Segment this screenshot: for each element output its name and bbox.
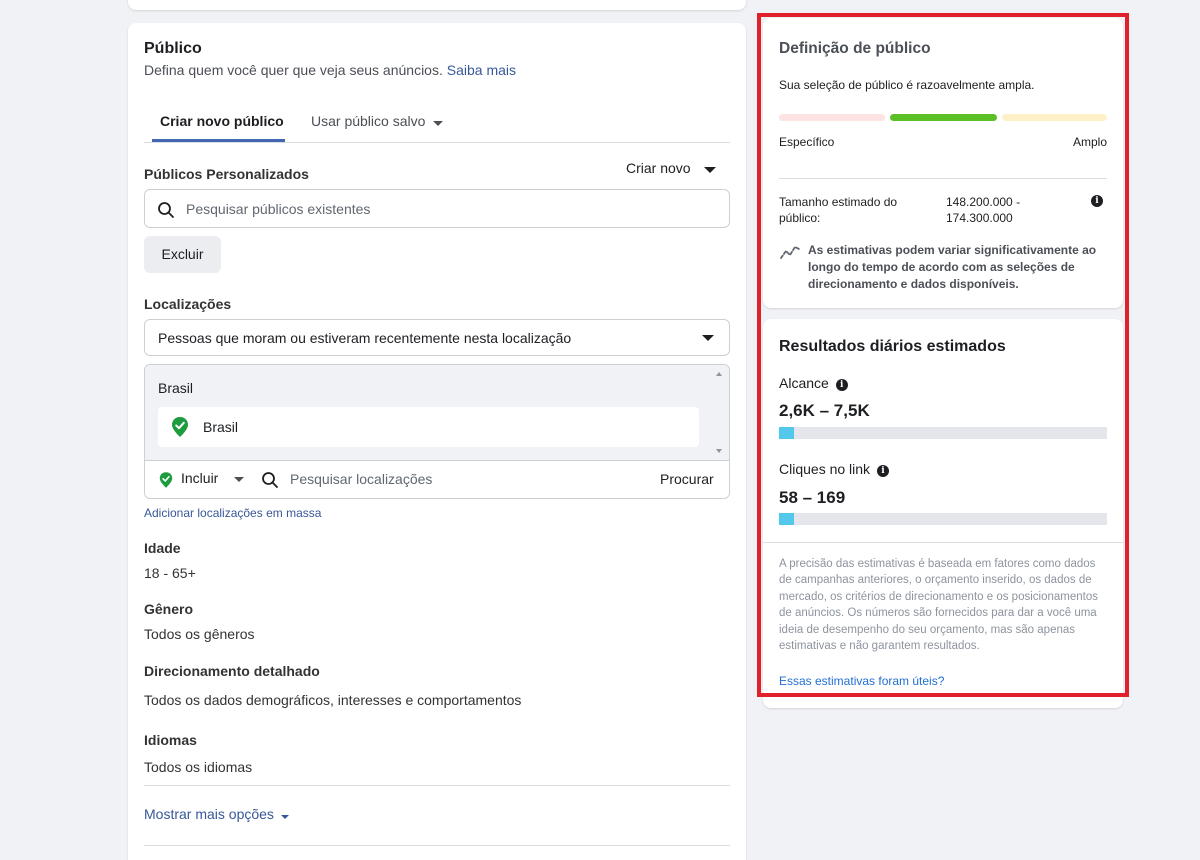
link-clicks-value: 58 – 169 [779, 488, 846, 507]
reach-bar [779, 427, 1107, 439]
divider [144, 845, 730, 846]
selected-locations-box: Brasil Brasil Incluir Pesquisar localiza… [144, 364, 730, 499]
location-type-dropdown[interactable]: Pessoas que moram ou estiveram recenteme… [144, 319, 730, 356]
scroll-down-icon[interactable] [716, 449, 722, 453]
tab-use-saved-audience-label: Usar público salvo [311, 113, 426, 129]
learn-more-link[interactable]: Saiba mais [447, 62, 516, 78]
exclude-button[interactable]: Excluir [144, 236, 221, 273]
search-icon [158, 202, 174, 218]
detailed-targeting-label: Direcionamento detalhado [144, 663, 320, 679]
tab-use-saved-audience[interactable]: Usar público salvo [311, 113, 444, 129]
location-chip-label: Brasil [203, 419, 239, 435]
trend-line-icon [780, 246, 800, 259]
daily-results-panel: Resultados diários estimados Alcance i 2… [763, 319, 1123, 708]
breadth-segment-active [890, 114, 997, 121]
audience-subtitle: Defina quem você quer que veja seus anún… [144, 62, 516, 78]
scroll-up-icon[interactable] [716, 372, 722, 376]
link-clicks-bar-fill [779, 513, 794, 525]
location-pin-check-icon [159, 472, 173, 488]
languages-label: Idiomas [144, 732, 197, 748]
include-label: Incluir [181, 470, 219, 486]
chevron-down-icon [234, 477, 244, 482]
selected-locations-list: Brasil Brasil [145, 365, 729, 461]
create-new-label: Criar novo [626, 160, 691, 176]
estimates-feedback-link[interactable]: Essas estimativas foram úteis? [779, 674, 944, 688]
reach-label: Alcance [779, 375, 829, 391]
gender-value[interactable]: Todos os gêneros [144, 626, 255, 642]
active-tab-indicator [152, 139, 285, 142]
show-more-options-link[interactable]: Mostrar mais opções [144, 806, 289, 822]
divider [144, 785, 730, 786]
reach-bar-fill [779, 427, 794, 439]
previous-section-card [128, 0, 746, 10]
tab-create-new-audience[interactable]: Criar novo público [160, 113, 284, 129]
daily-results-title: Resultados diários estimados [779, 338, 1006, 355]
custom-audiences-label: Públicos Personalizados [144, 166, 309, 182]
breadth-segment-broad [1002, 114, 1107, 121]
custom-audience-search-input[interactable]: Pesquisar públicos existentes [144, 189, 730, 228]
estimated-size-label: Tamanho estimado do público: [779, 195, 898, 225]
show-more-options-label: Mostrar mais opções [144, 806, 274, 822]
location-search-input[interactable]: Pesquisar localizações [290, 471, 432, 487]
audience-definition-panel: Definição de público Sua seleção de públ… [763, 18, 1123, 308]
audience-card: Público Defina quem você quer que veja s… [128, 23, 746, 860]
breadth-segment-specific [779, 114, 885, 121]
link-clicks-bar [779, 513, 1107, 525]
estimate-variance-note: As estimativas podem variar significativ… [808, 243, 1097, 291]
location-chip[interactable]: Brasil [158, 407, 699, 447]
languages-value[interactable]: Todos os idiomas [144, 759, 252, 775]
link-clicks-label-row: Cliques no link i [779, 461, 889, 477]
reach-label-row: Alcance i [779, 375, 848, 391]
audience-title: Público [144, 40, 202, 57]
browse-button[interactable]: Procurar [660, 471, 714, 487]
chevron-down-icon [704, 167, 717, 173]
divider [779, 178, 1107, 179]
location-pin-check-icon [172, 417, 188, 437]
bulk-locations-link[interactable]: Adicionar localizações em massa [144, 506, 321, 520]
chevron-down-icon [702, 335, 714, 341]
estimate-accuracy-disclaimer: A precisão das estimativas é baseada em … [779, 558, 1098, 653]
age-value[interactable]: 18 - 65+ [144, 565, 196, 581]
breadth-right-label: Amplo [1072, 135, 1107, 149]
breadth-left-label: Específico [779, 135, 835, 149]
age-label: Idade [144, 540, 181, 556]
locations-label: Localizações [144, 296, 232, 312]
location-type-value: Pessoas que moram ou estiveram recenteme… [158, 330, 572, 346]
divider [763, 542, 1123, 543]
audience-breadth-description: Sua seleção de público é razoavelmente a… [779, 78, 1035, 92]
chevron-down-icon [280, 815, 289, 819]
info-icon[interactable]: i [835, 379, 848, 391]
chevron-down-icon [433, 121, 444, 126]
audience-subtitle-text: Defina quem você quer que veja seus anún… [144, 62, 443, 78]
custom-audience-search-placeholder: Pesquisar públicos existentes [186, 201, 371, 217]
reach-value: 2,6K – 7,5K [779, 401, 870, 420]
detailed-targeting-value[interactable]: Todos os dados demográficos, interesses … [144, 692, 521, 708]
estimated-size-value: 148.200.000 - 174.300.000 [946, 195, 1021, 225]
create-new-dropdown[interactable]: Criar novo [626, 160, 717, 176]
info-icon[interactable]: i [1091, 195, 1103, 207]
audience-tabs: Criar novo público Usar público salvo [144, 101, 730, 143]
search-icon [262, 472, 278, 488]
link-clicks-label: Cliques no link [779, 461, 871, 477]
info-icon[interactable]: i [876, 465, 889, 477]
location-group-title: Brasil [158, 380, 194, 396]
gender-label: Gênero [144, 601, 194, 617]
audience-definition-title: Definição de público [779, 40, 931, 57]
